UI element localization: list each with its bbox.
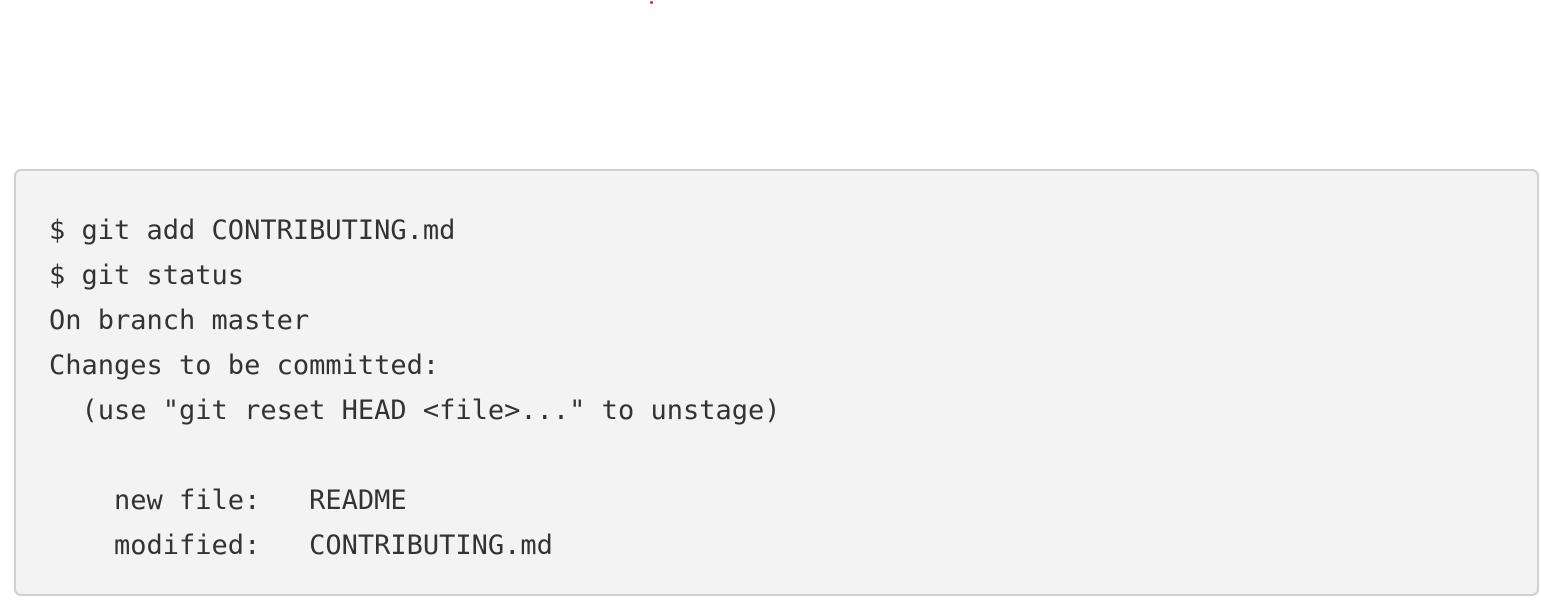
terminal-output: $ git add CONTRIBUTING.md $ git status On …: [49, 208, 781, 568]
terminal-line: new file: README: [49, 485, 407, 516]
terminal-line: On branch master: [49, 305, 310, 336]
terminal-line: Changes to be committed:: [49, 350, 440, 381]
marker-dot: [650, 1, 653, 4]
terminal-line: $ git status: [49, 260, 245, 291]
terminal-line: $ git add CONTRIBUTING.md: [49, 215, 456, 246]
terminal-line: (use "git reset HEAD <file>..." to unsta…: [49, 395, 781, 426]
terminal-line: modified: CONTRIBUTING.md: [49, 530, 553, 561]
code-block: $ git add CONTRIBUTING.md $ git status On …: [14, 169, 1539, 596]
